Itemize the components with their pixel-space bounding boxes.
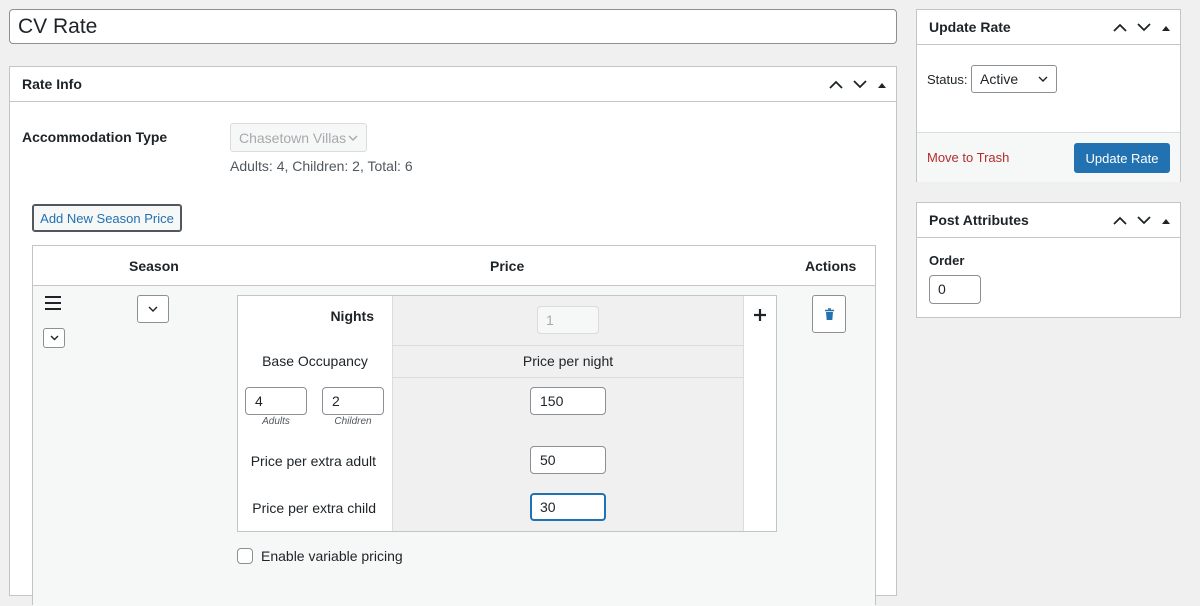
chevron-down-icon [148, 306, 158, 312]
price-grid-values: 1 Price per night 150 50 30 [392, 296, 744, 531]
post-attributes-title: Post Attributes [929, 212, 1029, 228]
chevron-up-icon[interactable] [1108, 209, 1132, 233]
move-to-trash-link[interactable]: Move to Trash [927, 150, 1009, 165]
major-publishing-actions: Move to Trash Update Rate [917, 132, 1180, 182]
update-rate-box: Update Rate Status: Active Move to Trash… [916, 9, 1181, 182]
row-toggle-select[interactable] [43, 328, 65, 348]
price-per-night-label: Price per night [393, 345, 743, 378]
variable-pricing-option[interactable]: Enable variable pricing [237, 548, 403, 564]
triangle-up-icon[interactable] [1156, 209, 1176, 233]
drag-handle-icon[interactable] [45, 296, 61, 310]
season-price-table: Season Price Actions Nights Base Occupan… [32, 245, 876, 606]
variable-pricing-label: Enable variable pricing [261, 548, 403, 564]
children-input[interactable]: 2 [322, 387, 384, 415]
order-input[interactable]: 0 [929, 275, 981, 304]
trash-icon [824, 307, 834, 320]
chevron-down-icon [348, 135, 358, 141]
post-attributes-box: Post Attributes Order 0 [916, 202, 1181, 318]
update-rate-button[interactable]: Update Rate [1074, 143, 1170, 173]
chevron-down-icon[interactable] [1132, 209, 1156, 233]
extra-child-price-input[interactable]: 30 [530, 493, 606, 521]
accommodation-type-label: Accommodation Type [22, 129, 168, 145]
adults-caption: Adults [262, 416, 290, 427]
status-value: Active [980, 71, 1019, 87]
extra-adult-price-input[interactable]: 50 [530, 446, 606, 474]
header-season: Season [129, 258, 179, 274]
triangle-up-icon[interactable] [872, 73, 892, 97]
nights-input: 1 [537, 306, 599, 334]
base-price-input[interactable]: 150 [530, 387, 606, 415]
base-occupancy-label: Base Occupancy [262, 353, 368, 369]
rate-info-title: Rate Info [22, 76, 82, 92]
add-night-column [744, 296, 776, 531]
accommodation-type-value: Chasetown Villas [239, 129, 347, 146]
price-grid: Nights Base Occupancy 4 Adults 2 Childre… [237, 295, 777, 532]
chevron-up-icon[interactable] [1108, 16, 1132, 40]
table-header: Season Price Actions [33, 246, 875, 286]
chevron-down-icon [50, 335, 58, 341]
nights-label: Nights [330, 308, 374, 324]
extra-child-label: Price per extra child [252, 500, 376, 516]
update-rate-title: Update Rate [929, 19, 1011, 35]
post-title-input[interactable]: CV Rate [9, 9, 897, 44]
status-label: Status: [927, 72, 968, 87]
post-attributes-header: Post Attributes [917, 203, 1180, 238]
header-price: Price [490, 258, 525, 274]
chevron-up-icon[interactable] [824, 73, 848, 97]
season-select[interactable] [137, 295, 169, 323]
rate-info-box: Rate Info Accommodation Type Chasetown V… [9, 66, 897, 606]
header-actions: Actions [805, 258, 857, 274]
children-caption: Children [334, 416, 372, 427]
triangle-up-icon[interactable] [1156, 16, 1176, 40]
update-rate-header: Update Rate [917, 10, 1180, 45]
table-row: Nights Base Occupancy 4 Adults 2 Childre… [33, 286, 875, 606]
accommodation-type-select: Chasetown Villas [230, 123, 367, 152]
extra-adult-label: Price per extra adult [250, 453, 376, 469]
chevron-down-icon[interactable] [848, 73, 872, 97]
variable-pricing-checkbox[interactable] [237, 548, 253, 564]
delete-season-button[interactable] [812, 295, 846, 333]
price-grid-labels: Nights Base Occupancy 4 Adults 2 Childre… [238, 296, 392, 531]
status-select[interactable]: Active [971, 65, 1057, 93]
chevron-down-icon[interactable] [1132, 16, 1156, 40]
chevron-down-icon [1038, 76, 1048, 82]
adults-input[interactable]: 4 [245, 387, 307, 415]
plus-icon[interactable] [753, 308, 767, 322]
rate-info-header: Rate Info [10, 67, 896, 102]
order-label: Order [929, 253, 965, 268]
add-season-price-button[interactable]: Add New Season Price [32, 204, 182, 232]
occupancy-summary: Adults: 4, Children: 2, Total: 6 [230, 158, 413, 174]
